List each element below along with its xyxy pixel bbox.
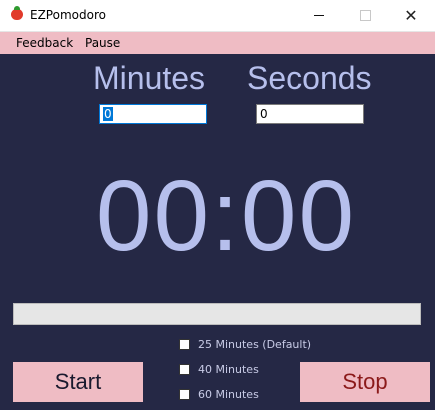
stop-button[interactable]: Stop	[300, 362, 430, 402]
menu-bar: Feedback Pause	[0, 32, 435, 54]
maximize-icon	[359, 10, 371, 21]
seconds-input-value: 0	[260, 107, 268, 121]
checkbox-25-minutes[interactable]	[179, 339, 190, 350]
title-bar: EZPomodoro ✕	[0, 0, 435, 32]
maximize-button[interactable]	[342, 0, 388, 31]
option-40-minutes-label: 40 Minutes	[198, 363, 259, 376]
checkbox-40-minutes[interactable]	[179, 364, 190, 375]
checkbox-60-minutes[interactable]	[179, 389, 190, 400]
window-title: EZPomodoro	[30, 8, 106, 22]
minutes-input[interactable]: 0	[99, 104, 207, 124]
minimize-icon	[314, 15, 324, 16]
close-icon: ✕	[404, 5, 418, 25]
main-panel: Minutes Seconds 0 0 00:00 Start Stop 25 …	[0, 54, 435, 410]
option-60-minutes[interactable]: 60 Minutes	[179, 388, 259, 401]
option-60-minutes-label: 60 Minutes	[198, 388, 259, 401]
option-25-minutes[interactable]: 25 Minutes (Default)	[179, 338, 311, 351]
seconds-label: Seconds	[247, 60, 372, 96]
minimize-button[interactable]	[296, 0, 342, 31]
tomato-icon	[11, 6, 23, 20]
menu-item-pause[interactable]: Pause	[85, 36, 120, 50]
minutes-input-value: 0	[103, 107, 113, 121]
menu-item-feedback[interactable]: Feedback	[16, 36, 73, 50]
seconds-input[interactable]: 0	[256, 104, 364, 124]
timer-display: 00:00	[95, 160, 357, 272]
minutes-label: Minutes	[93, 60, 206, 96]
option-25-minutes-label: 25 Minutes (Default)	[198, 338, 312, 351]
close-button[interactable]: ✕	[388, 0, 434, 31]
progress-bar	[13, 303, 421, 325]
option-40-minutes[interactable]: 40 Minutes	[179, 363, 259, 376]
start-button[interactable]: Start	[13, 362, 143, 402]
